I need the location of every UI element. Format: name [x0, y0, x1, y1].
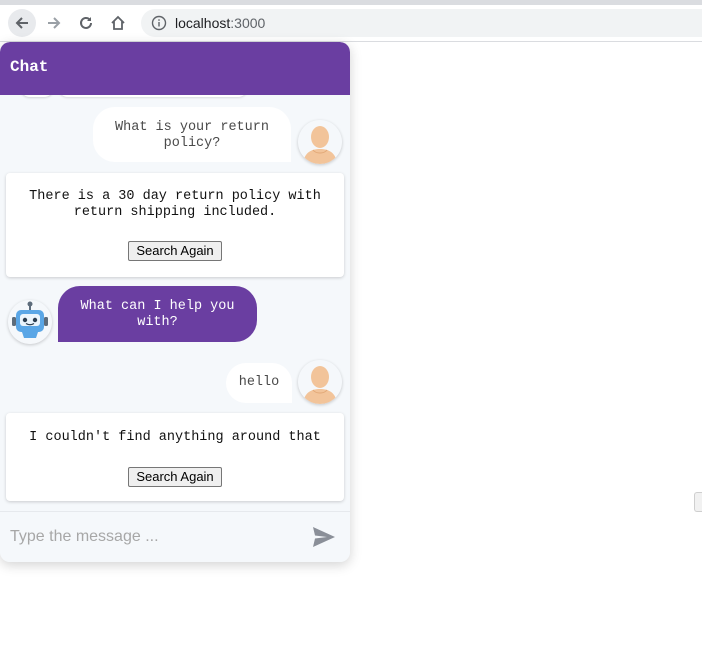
send-icon[interactable]	[311, 525, 337, 549]
url-port: :3000	[230, 15, 266, 31]
bot-response-text: I couldn't find anything around that	[29, 430, 321, 445]
address-url: localhost:3000	[175, 15, 265, 31]
user-avatar	[298, 360, 342, 404]
bot-message-bubble: What can I help you with?	[58, 286, 257, 342]
user-message-bubble: hello	[226, 363, 292, 403]
address-bar[interactable]: localhost:3000	[141, 9, 702, 37]
user-avatar	[298, 120, 342, 164]
message-list[interactable]: What is your return policy? There is a 3…	[0, 95, 350, 511]
scrolled-bubble-edge	[58, 95, 248, 97]
bot-message-text: What can I help you with?	[80, 299, 235, 330]
user-avatar-icon	[298, 360, 342, 404]
forward-arrow-icon	[48, 17, 61, 29]
home-icon	[111, 15, 125, 30]
chat-widget: Chat What is your return policy? There i…	[0, 42, 350, 562]
search-again-button[interactable]: Search Again	[128, 467, 222, 487]
reload-icon	[80, 16, 92, 29]
home-button[interactable]	[104, 9, 132, 37]
info-icon[interactable]	[151, 15, 167, 31]
bot-response-text: There is a 30 day return policy with ret…	[29, 189, 321, 220]
scrolled-avatar-edge	[20, 95, 54, 97]
url-host: localhost	[175, 15, 231, 31]
chat-input-bar	[0, 511, 350, 562]
bot-response-card: I couldn't find anything around that Sea…	[6, 413, 344, 501]
user-avatar-icon	[298, 120, 342, 164]
forward-button[interactable]	[40, 9, 68, 37]
user-message-text: hello	[238, 375, 280, 390]
chat-header: Chat	[0, 42, 350, 95]
user-message-bubble: What is your return policy?	[93, 107, 291, 162]
bot-response-card: There is a 30 day return policy with ret…	[6, 173, 344, 277]
bot-avatar	[8, 300, 52, 344]
user-message-text: What is your return policy?	[115, 120, 269, 151]
browser-toolbar: localhost:3000	[0, 5, 702, 42]
search-again-button[interactable]: Search Again	[128, 241, 222, 261]
message-input[interactable]	[10, 526, 300, 548]
chat-title: Chat	[10, 58, 49, 76]
side-panel-handle[interactable]	[694, 492, 702, 512]
robot-avatar-icon	[8, 300, 52, 344]
back-button[interactable]	[8, 9, 36, 37]
back-arrow-icon	[15, 17, 28, 29]
reload-button[interactable]	[72, 9, 100, 37]
